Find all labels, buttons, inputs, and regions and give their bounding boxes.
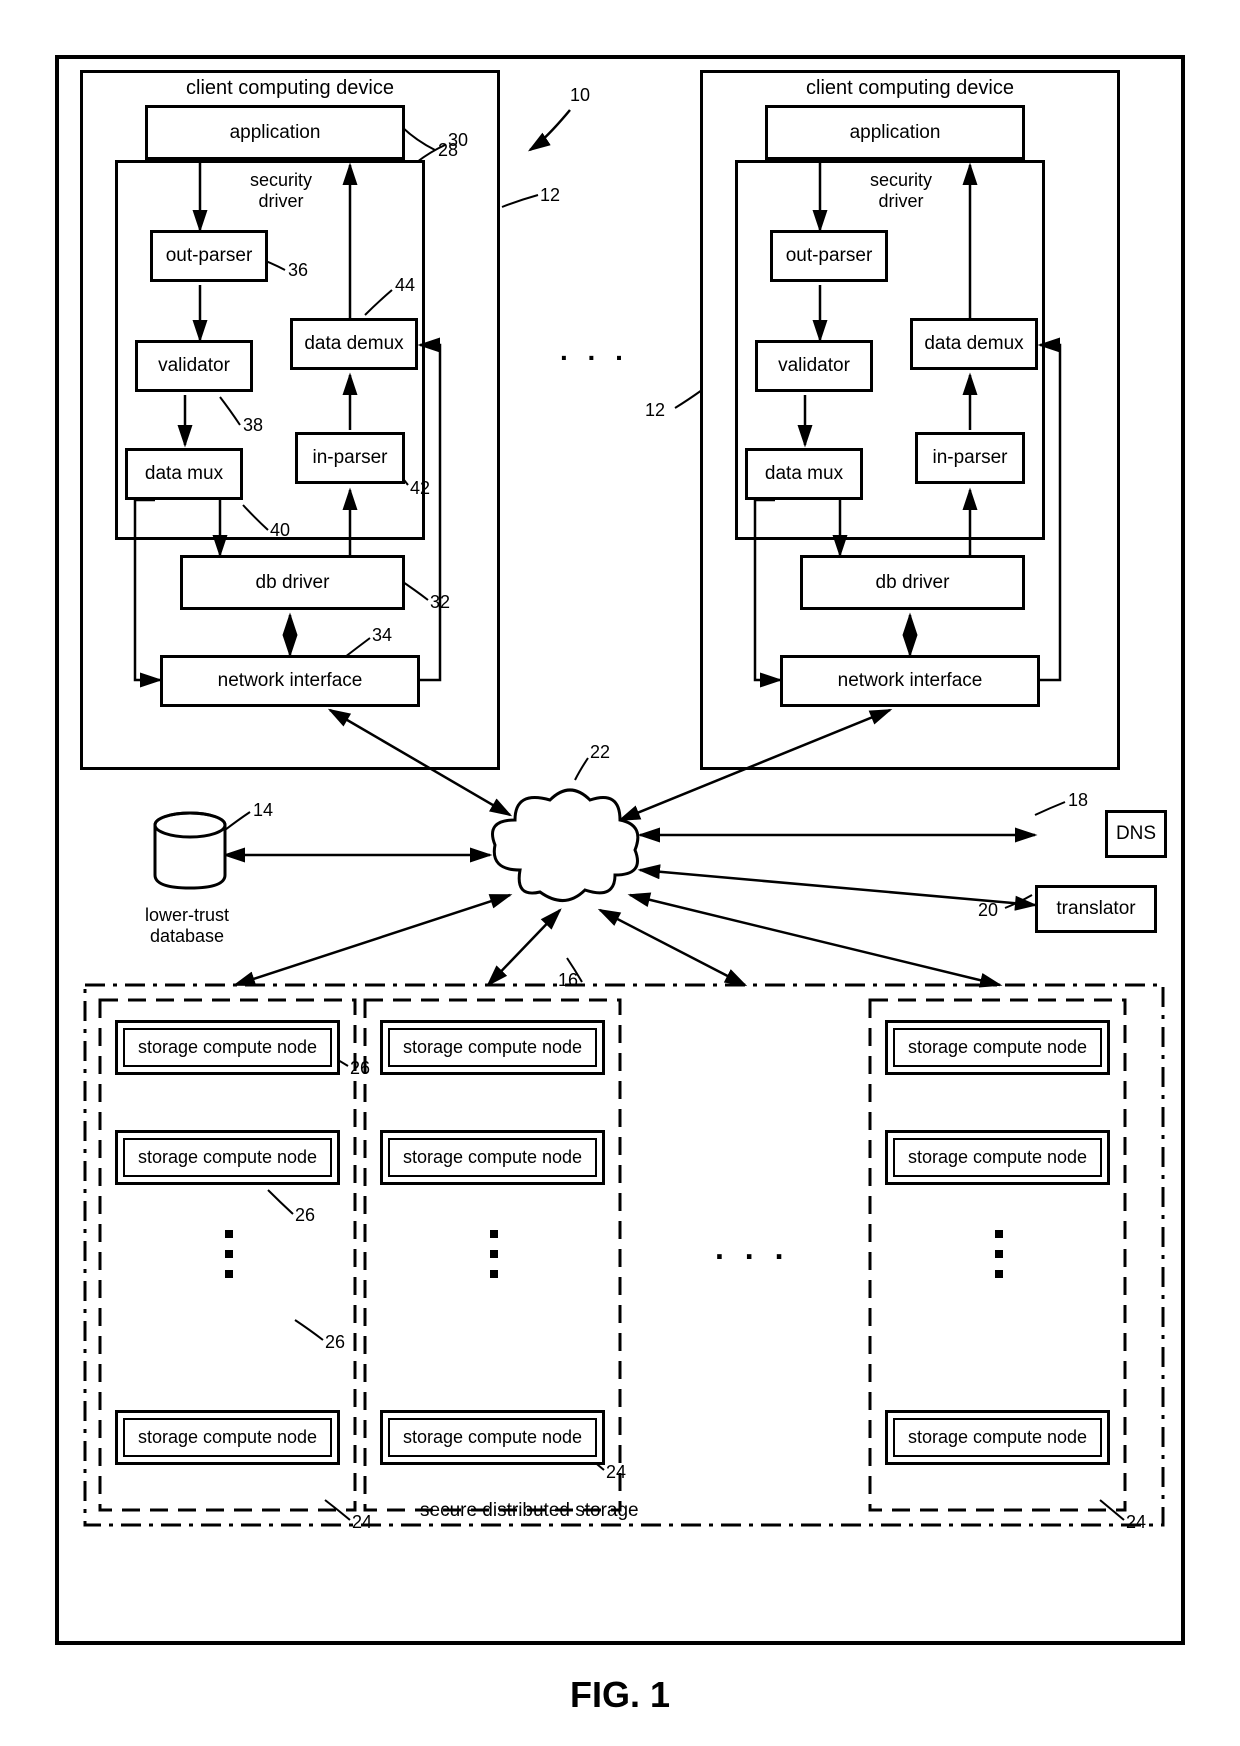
data-demux-right: data demux: [910, 318, 1038, 370]
figure-label: FIG. 1: [0, 1674, 1240, 1716]
security-driver-label-left: security driver: [250, 170, 312, 212]
storage-node: storage compute node: [885, 1130, 1110, 1185]
translator-box: translator: [1035, 885, 1157, 933]
ref-22: 22: [590, 742, 610, 763]
vdots: [995, 1230, 1003, 1280]
storage-node: storage compute node: [885, 1020, 1110, 1075]
storage-node: storage compute node: [380, 1020, 605, 1075]
ref-44: 44: [395, 275, 415, 296]
ref-26b: 26: [295, 1205, 315, 1226]
ref-32: 32: [430, 592, 450, 613]
validator-left: validator: [135, 340, 253, 392]
ref-12b: 12: [645, 400, 665, 421]
application-box-left: application: [145, 105, 405, 160]
ref-30: 30: [448, 130, 468, 151]
ellipsis-clients: . . .: [560, 335, 629, 367]
vdots: [225, 1230, 233, 1280]
lower-trust-db-label: lower-trust database: [145, 905, 229, 947]
ref-26c: 26: [325, 1332, 345, 1353]
database-icon: [150, 810, 230, 900]
storage-node: storage compute node: [115, 1410, 340, 1465]
ref-38: 38: [243, 415, 263, 436]
cloud-icon: [480, 780, 650, 920]
ref-40: 40: [270, 520, 290, 541]
network-interface-left: network interface: [160, 655, 420, 707]
ref-34: 34: [372, 625, 392, 646]
in-parser-left: in-parser: [295, 432, 405, 484]
ref-14: 14: [253, 800, 273, 821]
ref-36: 36: [288, 260, 308, 281]
ref-12a: 12: [540, 185, 560, 206]
ellipsis-storage: . . .: [715, 1230, 789, 1267]
storage-node: storage compute node: [885, 1410, 1110, 1465]
data-demux-left: data demux: [290, 318, 418, 370]
application-box-right: application: [765, 105, 1025, 160]
validator-right: validator: [755, 340, 873, 392]
storage-node: storage compute node: [115, 1130, 340, 1185]
storage-node: storage compute node: [380, 1130, 605, 1185]
client-title: client computing device: [83, 73, 497, 104]
network-interface-right: network interface: [780, 655, 1040, 707]
ref-42: 42: [410, 478, 430, 499]
storage-node: storage compute node: [115, 1020, 340, 1075]
ref-18: 18: [1068, 790, 1088, 811]
ref-20: 20: [978, 900, 998, 921]
out-parser-right: out-parser: [770, 230, 888, 282]
in-parser-right: in-parser: [915, 432, 1025, 484]
data-mux-right: data mux: [745, 448, 863, 500]
ref-24b: 24: [606, 1462, 626, 1483]
vdots: [490, 1230, 498, 1280]
data-mux-left: data mux: [125, 448, 243, 500]
out-parser-left: out-parser: [150, 230, 268, 282]
ref-24a: 24: [352, 1512, 372, 1533]
db-driver-right: db driver: [800, 555, 1025, 610]
ref-10: 10: [570, 85, 590, 106]
storage-node: storage compute node: [380, 1410, 605, 1465]
security-driver-label-right: security driver: [870, 170, 932, 212]
secure-distributed-storage-label: secure distributed storage: [420, 1500, 639, 1522]
ref-24c: 24: [1126, 1512, 1146, 1533]
client-title: client computing device: [703, 73, 1117, 104]
db-driver-left: db driver: [180, 555, 405, 610]
dns-box: DNS: [1105, 810, 1167, 858]
ref-16: 16: [558, 970, 578, 991]
ref-26a: 26: [350, 1058, 370, 1079]
